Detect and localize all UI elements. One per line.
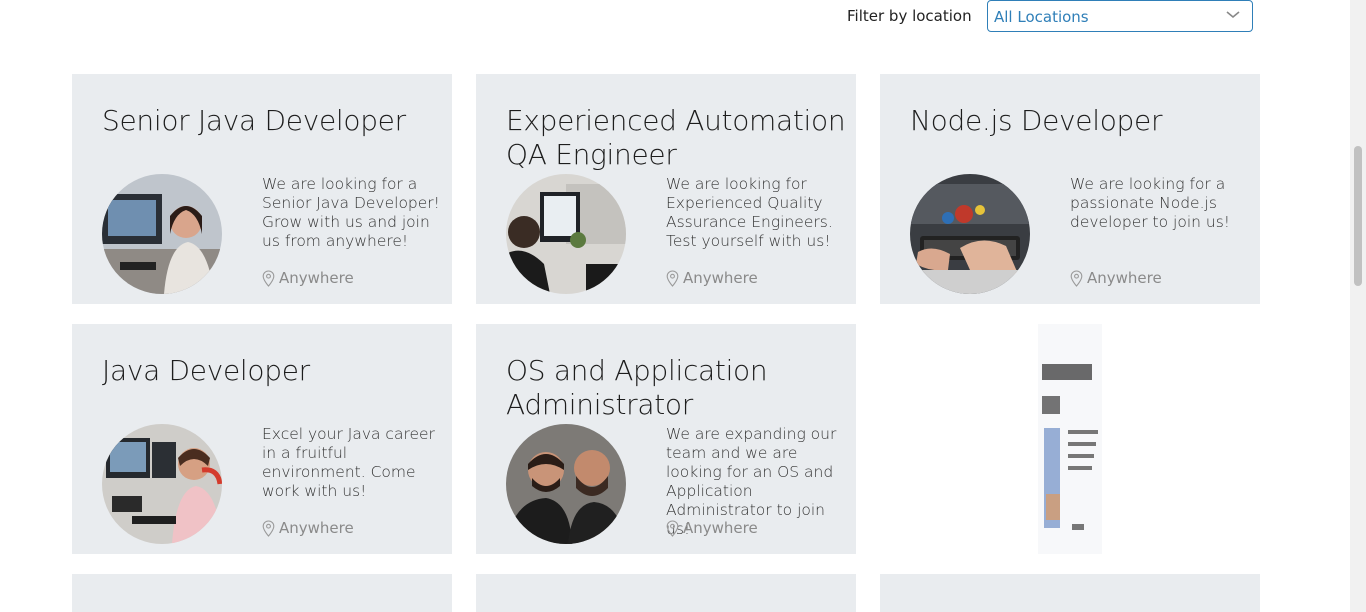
job-card[interactable] — [880, 574, 1260, 612]
page-scrollbar[interactable] — [1350, 0, 1366, 612]
location-filter-value: All Locations — [994, 8, 1089, 26]
job-card[interactable]: Node.js Developer We are looking for a p… — [880, 74, 1260, 304]
job-location-text: Anywhere — [279, 269, 354, 287]
job-title[interactable]: Java Developer — [102, 354, 448, 388]
location-pin-icon — [666, 269, 679, 287]
filter-label: Filter by location — [847, 7, 972, 25]
job-location: Anywhere — [262, 519, 354, 537]
chevron-down-icon — [1226, 11, 1240, 19]
job-card[interactable]: Java Developer Excel your Java career in… — [72, 324, 452, 554]
job-description: We are looking for Experienced Quality A… — [666, 175, 833, 250]
job-photo — [910, 174, 1030, 294]
location-pin-icon — [1070, 269, 1083, 287]
job-location-text: Anywhere — [683, 519, 758, 537]
job-card[interactable]: OS and Application Administrator We are … — [476, 324, 856, 554]
job-title[interactable]: OS and Application Administrator — [506, 354, 852, 422]
job-description: We are looking for a Senior Java Develop… — [262, 175, 440, 250]
location-pin-icon — [262, 269, 275, 287]
job-photo — [506, 424, 626, 544]
job-location-text: Anywhere — [1087, 269, 1162, 287]
job-photo — [506, 174, 626, 294]
compressed-job-card-image[interactable] — [1038, 324, 1102, 554]
job-description: We are looking for a passionate Node.js … — [1070, 175, 1230, 231]
job-location: Anywhere — [666, 519, 758, 537]
job-card[interactable]: Experienced Automation QA Engineer We ar… — [476, 74, 856, 304]
job-card[interactable] — [72, 574, 452, 612]
job-photo — [102, 174, 222, 294]
job-location: Anywhere — [1070, 269, 1162, 287]
location-filter-select[interactable]: All Locations — [987, 0, 1253, 32]
job-description: Excel your Java career in a fruitful env… — [262, 425, 435, 500]
location-pin-icon — [666, 519, 679, 537]
job-card[interactable]: Senior Java Developer We are looking for… — [72, 74, 452, 304]
job-card[interactable] — [476, 574, 856, 612]
job-location-text: Anywhere — [683, 269, 758, 287]
job-location: Anywhere — [262, 269, 354, 287]
job-title[interactable]: Node.js Developer — [910, 104, 1256, 138]
scrollbar-thumb[interactable] — [1354, 146, 1362, 286]
location-pin-icon — [262, 519, 275, 537]
job-title[interactable]: Senior Java Developer — [102, 104, 448, 138]
job-location-text: Anywhere — [279, 519, 354, 537]
job-photo — [102, 424, 222, 544]
job-location: Anywhere — [666, 269, 758, 287]
job-title[interactable]: Experienced Automation QA Engineer — [506, 104, 852, 172]
